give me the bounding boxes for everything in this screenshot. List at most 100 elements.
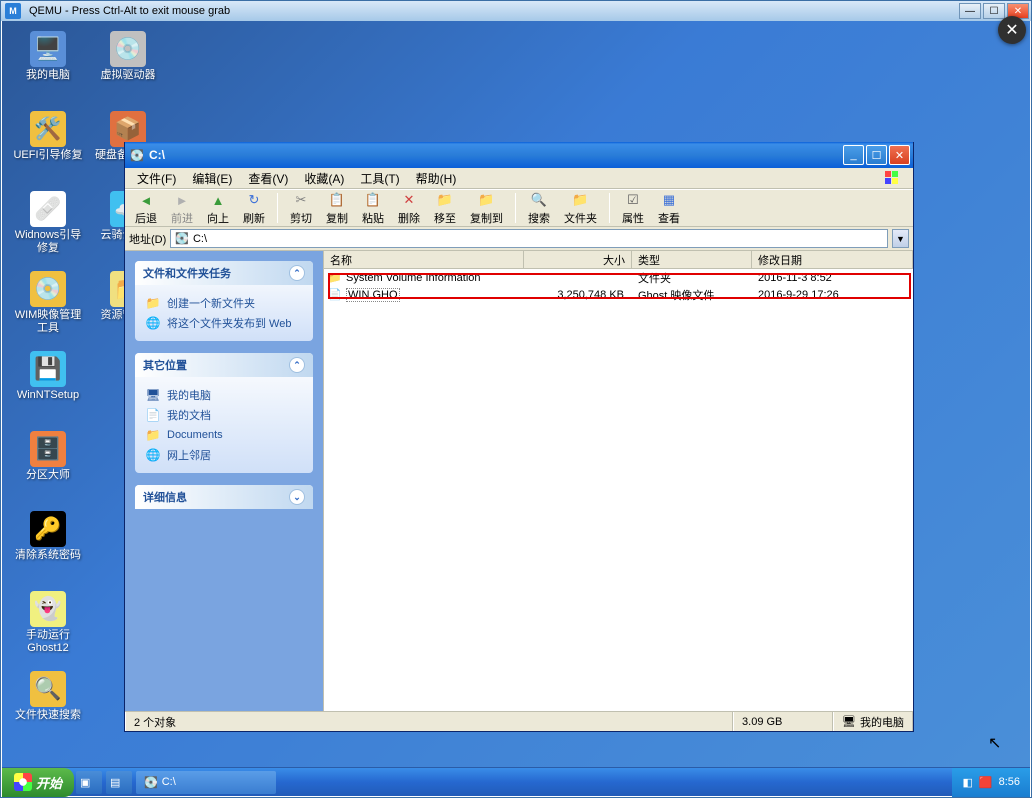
sidebar-place-link[interactable]: 📁Documents [145, 425, 303, 445]
sidebar-place-link[interactable]: 📄我的文档 [145, 405, 303, 425]
toolbar-button[interactable]: ↻刷新 [237, 189, 271, 227]
link-icon: 📁 [145, 295, 161, 311]
menu-item[interactable]: 收藏(A) [296, 168, 352, 189]
menu-item[interactable]: 编辑(E) [184, 168, 240, 189]
toolbar-icon: ▲ [208, 190, 228, 210]
toolbar-button: ►前进 [165, 189, 199, 227]
desktop-icon[interactable]: 🛠️UEFI引导修复 [8, 107, 88, 187]
toolbar-separator [277, 193, 278, 223]
toolbar-button[interactable]: ▦查看 [652, 189, 686, 227]
link-icon: 🌐 [145, 447, 161, 463]
other-panel-header[interactable]: 其它位置 ⌃ [135, 353, 313, 377]
icon-label: Widnows引导修复 [10, 229, 86, 255]
system-tray[interactable]: ◧ 🟥 8:56 [952, 768, 1030, 797]
qemu-min-button[interactable]: — [959, 3, 981, 19]
tasks-panel-header[interactable]: 文件和文件夹任务 ⌃ [135, 261, 313, 285]
toolbar-button[interactable]: 📁复制到 [464, 189, 509, 227]
toolbar-icon: ✂ [291, 190, 311, 210]
address-input[interactable]: C:\ [170, 229, 888, 248]
task-label: C:\ [162, 776, 176, 788]
xp-desktop[interactable]: 🖥️我的电脑💿虚拟驱动器🛠️UEFI引导修复📦硬盘备份还原🩹Widnows引导修… [2, 21, 1030, 767]
app-icon: 💿 [30, 271, 66, 307]
link-icon: 📁 [145, 427, 161, 443]
desktop-icon[interactable]: 🔑清除系统密码 [8, 507, 88, 587]
link-label: 创建一个新文件夹 [167, 295, 255, 311]
tasks-panel: 文件和文件夹任务 ⌃ 📁 创建一个新文件夹 🌐将这个文件夹发布到 Web [135, 261, 313, 341]
icon-label: 虚拟驱动器 [101, 69, 156, 82]
toolbar-icon: 📁 [435, 190, 455, 210]
toolbar-button[interactable]: ☑属性 [616, 189, 650, 227]
quicklaunch-item[interactable]: ▣ [76, 771, 102, 794]
desktop-icon[interactable]: 💿 虚拟驱动器 [88, 27, 168, 107]
sidebar-place-link[interactable]: 🖥我的电脑 [145, 385, 303, 405]
menu-item[interactable]: 帮助(H) [408, 168, 465, 189]
toolbar-label: 剪切 [290, 210, 312, 226]
explorer-titlebar[interactable]: C:\ _ ☐ ✕ [125, 142, 913, 168]
app-icon: 🖥️ [30, 31, 66, 67]
sidebar-task-link[interactable]: 📁 创建一个新文件夹 [145, 293, 303, 313]
annotation-highlight [328, 273, 911, 299]
icon-label: WinNTSetup [17, 389, 79, 402]
address-dropdown[interactable]: ▼ [892, 229, 909, 248]
desktop-icon[interactable]: 🔍文件快速搜索 [8, 667, 88, 747]
sidebar-place-link[interactable]: 🌐 网上邻居 [145, 445, 303, 465]
explorer-addressbar: 地址(D) C:\ ▼ [125, 227, 913, 251]
taskbar-item[interactable]: 💽 C:\ [136, 771, 276, 794]
overlay-close-button[interactable]: ✕ [998, 16, 1026, 44]
toolbar-button[interactable]: ◄后退 [129, 189, 163, 227]
desktop-icon[interactable]: 👻手动运行Ghost12 [8, 587, 88, 667]
column-type[interactable]: 类型 [632, 251, 752, 268]
toolbar-button[interactable]: ✂剪切 [284, 189, 318, 227]
drive-icon [175, 232, 189, 245]
toolbar-icon: 📋 [327, 190, 347, 210]
task-icon: 💽 [144, 776, 158, 789]
explorer-title: C:\ [149, 148, 843, 162]
column-size[interactable]: 大小 [524, 251, 632, 268]
desktop-icon[interactable]: 🩹Widnows引导修复 [8, 187, 88, 267]
other-panel: 其它位置 ⌃ 🖥我的电脑📄我的文档📁Documents 🌐 网上邻居 [135, 353, 313, 473]
quicklaunch-item[interactable]: ▤ [106, 771, 132, 794]
other-panel-body: 🖥我的电脑📄我的文档📁Documents 🌐 网上邻居 [135, 377, 313, 473]
column-name[interactable]: 名称 [324, 251, 524, 268]
toolbar-icon: 📋 [363, 190, 383, 210]
toolbar-icon: ▦ [659, 190, 679, 210]
collapse-icon: ⌃ [289, 357, 305, 373]
desktop-icon[interactable]: 💾WinNTSetup [8, 347, 88, 427]
app-icon: 💿 [110, 31, 146, 67]
explorer-max-button[interactable]: ☐ [866, 145, 887, 165]
drive-icon [129, 147, 145, 163]
toolbar-button[interactable]: 📋粘贴 [356, 189, 390, 227]
toolbar-button[interactable]: 📋复制 [320, 189, 354, 227]
icon-label: 文件快速搜索 [15, 709, 81, 722]
link-label: 将这个文件夹发布到 Web [167, 315, 291, 331]
sidebar-task-link[interactable]: 🌐将这个文件夹发布到 Web [145, 313, 303, 333]
toolbar-label: 属性 [622, 210, 644, 226]
toolbar-button[interactable]: 📁文件夹 [558, 189, 603, 227]
status-location: 我的电脑 [833, 712, 913, 731]
column-date[interactable]: 修改日期 [752, 251, 913, 268]
desktop-icon[interactable]: 💿WIM映像管理工具 [8, 267, 88, 347]
desktop-icon[interactable]: 🖥️我的电脑 [8, 27, 88, 107]
toolbar-button[interactable]: 📁移至 [428, 189, 462, 227]
start-button[interactable]: 开始 [2, 768, 74, 797]
menu-item[interactable]: 文件(F) [129, 168, 184, 189]
explorer-close-button[interactable]: ✕ [889, 145, 910, 165]
desktop-icon[interactable]: 🗄️分区大师 [8, 427, 88, 507]
toolbar-label: 移至 [434, 210, 456, 226]
menu-item[interactable]: 工具(T) [352, 168, 407, 189]
explorer-body: 文件和文件夹任务 ⌃ 📁创建一个新文件夹🌐将这个文件夹发布到 Web 其它位置 … [125, 251, 913, 711]
menu-item[interactable]: 查看(V) [240, 168, 296, 189]
file-list-header: 名称 大小 类型 修改日期 [324, 251, 913, 269]
details-panel-header[interactable]: 详细信息 ⌄ [135, 485, 313, 509]
qemu-titlebar[interactable]: M QEMU - Press Ctrl-Alt to exit mouse gr… [1, 1, 1031, 21]
toolbar-button[interactable]: ✕删除 [392, 189, 426, 227]
toolbar-icon: ☑ [623, 190, 643, 210]
toolbar-button[interactable]: ▲向上 [201, 189, 235, 227]
app-icon: 🩹 [30, 191, 66, 227]
qemu-max-button[interactable]: ☐ [983, 3, 1005, 19]
expand-icon: ⌄ [289, 489, 305, 505]
toolbar-button[interactable]: 🔍搜索 [522, 189, 556, 227]
explorer-min-button[interactable]: _ [843, 145, 864, 165]
link-label: 网上邻居 [167, 447, 211, 463]
icon-label: 分区大师 [26, 469, 70, 482]
